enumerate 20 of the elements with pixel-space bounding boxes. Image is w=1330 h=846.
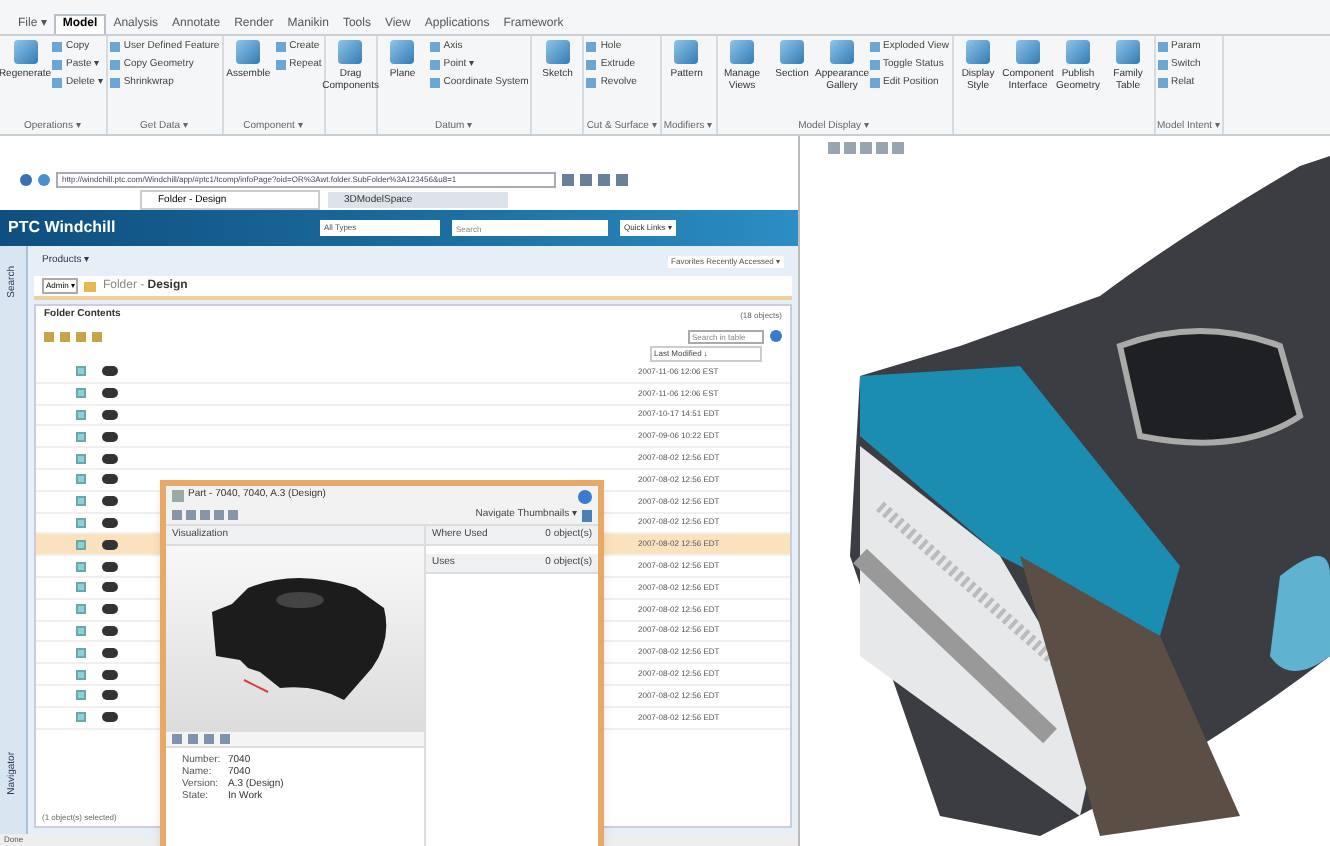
tool-icon <box>390 40 415 64</box>
refresh-icon[interactable] <box>38 173 50 185</box>
windchill-logo: PTC Windchill <box>8 216 118 240</box>
tool-icon <box>1066 40 1091 64</box>
folder-icon[interactable] <box>84 281 97 291</box>
tool-icon <box>830 40 855 64</box>
tool-icon <box>13 40 37 64</box>
help-icon[interactable] <box>578 489 592 503</box>
back-icon[interactable] <box>20 173 32 185</box>
tool-icon <box>780 40 805 64</box>
tool-icon <box>966 40 991 64</box>
tool-icon <box>545 40 570 64</box>
tool-icon <box>338 40 363 64</box>
pin-icon[interactable] <box>582 509 592 521</box>
tool-icon <box>730 40 755 64</box>
tool-icon <box>236 40 261 64</box>
tool-icon <box>1116 40 1141 64</box>
tool-icon <box>674 40 699 64</box>
help-icon[interactable] <box>770 330 782 342</box>
tool-icon <box>1016 40 1041 64</box>
